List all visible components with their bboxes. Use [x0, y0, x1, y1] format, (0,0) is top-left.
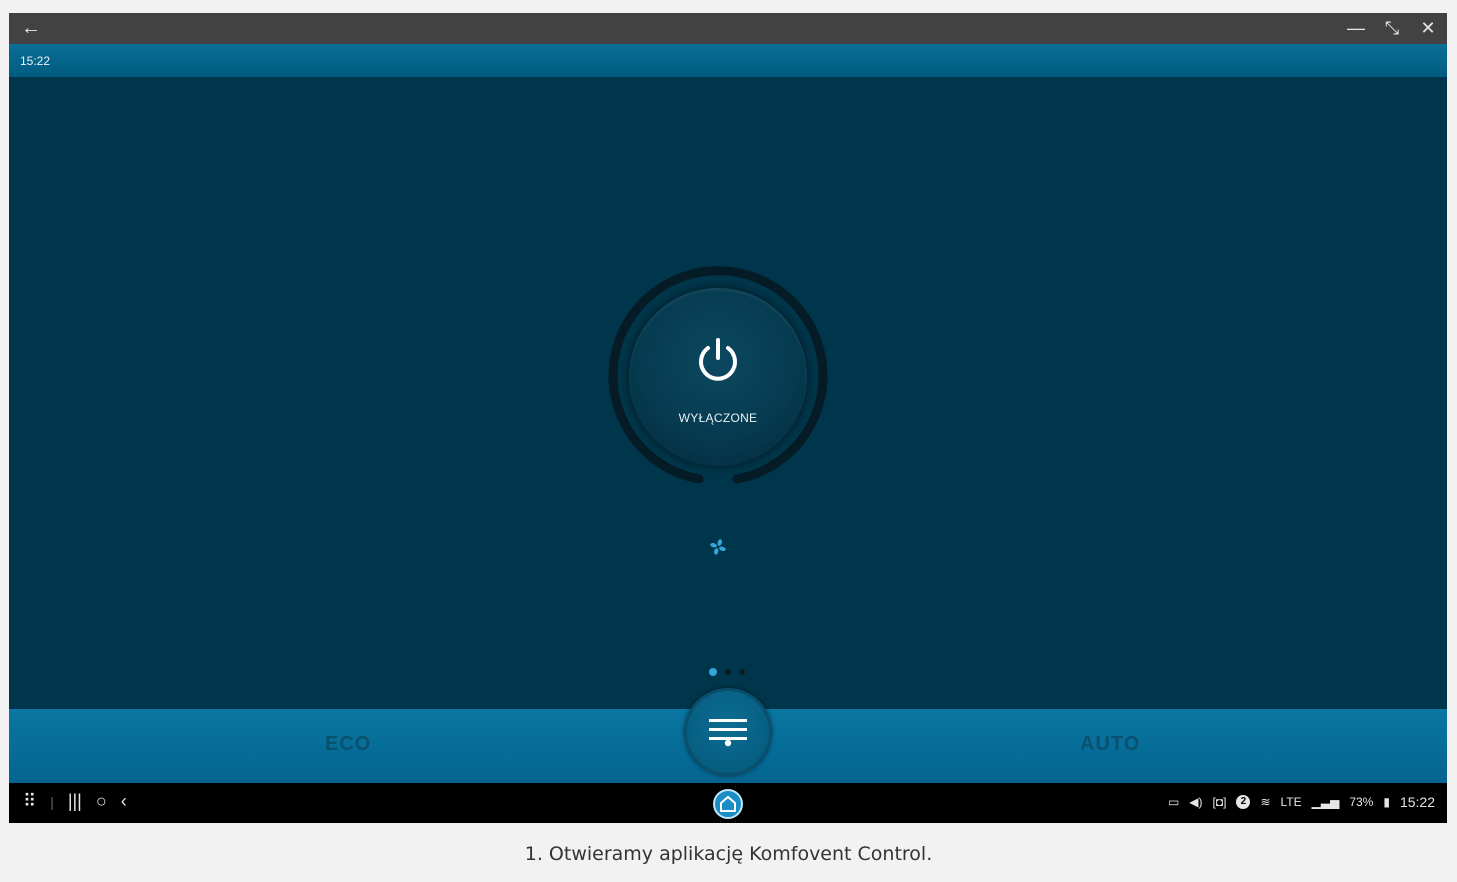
navbar-clock: 15:22: [1399, 794, 1435, 810]
auto-mode-button[interactable]: AUTO: [1080, 733, 1140, 756]
network-type: LTE: [1280, 795, 1302, 809]
sliders-menu-icon: [709, 719, 747, 747]
status-bar: 15:22: [9, 44, 1447, 77]
app-window: ← — ⤡ ✕ 15:22 WYŁĄCZONE ECO AUTO ⠿ | |||…: [9, 13, 1447, 823]
eco-mode-button[interactable]: ECO: [325, 733, 371, 756]
nav-divider: |: [50, 793, 54, 810]
battery-level: 73%: [1349, 795, 1374, 809]
house-icon: [720, 795, 736, 812]
fan-icon: [710, 539, 726, 555]
android-navigation-bar: ⠿ | ||| ○ ‹ ▭ ◀) [◘] 2 ≋ LTE ▁▃▅ 73% ▮ 1…: [9, 783, 1447, 823]
home-icon[interactable]: ○: [96, 791, 107, 812]
restore-icon[interactable]: ⤡: [1383, 16, 1401, 40]
page-indicator: [709, 668, 745, 676]
nav-back-icon[interactable]: ‹: [121, 791, 127, 812]
power-state-label: WYŁĄCZONE: [678, 411, 758, 425]
status-time: 15:22: [20, 54, 51, 68]
page-dot-active[interactable]: [709, 668, 717, 676]
keyboard-icon[interactable]: ▭: [1168, 795, 1179, 809]
page-dot[interactable]: [739, 669, 745, 675]
back-arrow-icon[interactable]: ←: [21, 16, 41, 40]
signal-icon: ▁▃▅: [1311, 795, 1340, 809]
menu-button[interactable]: [684, 688, 772, 776]
wifi-icon: ≋: [1260, 795, 1271, 809]
volume-icon[interactable]: ◀): [1189, 795, 1202, 809]
apps-grid-icon[interactable]: ⠿: [23, 791, 36, 812]
close-icon[interactable]: ✕: [1419, 16, 1437, 40]
minimize-icon[interactable]: —: [1347, 16, 1365, 40]
window-titlebar: ← — ⤡ ✕: [9, 13, 1447, 44]
notification-badge[interactable]: 2: [1236, 795, 1251, 809]
recents-icon[interactable]: |||: [68, 791, 82, 812]
screenshot-icon[interactable]: [◘]: [1213, 795, 1227, 809]
nav-buttons: ⠿ | ||| ○ ‹: [23, 791, 127, 812]
power-icon: [699, 338, 737, 381]
window-controls: — ⤡ ✕: [1347, 16, 1437, 40]
komfovent-app-icon[interactable]: [713, 789, 743, 819]
figure-caption: 1. Otwieramy aplikację Komfovent Control…: [524, 843, 933, 865]
system-tray: ▭ ◀) [◘] 2 ≋ LTE ▁▃▅ 73% ▮ 15:22: [1168, 794, 1435, 810]
battery-icon: ▮: [1383, 795, 1390, 809]
page-dot[interactable]: [725, 669, 731, 675]
power-dial[interactable]: WYŁĄCZONE: [605, 264, 831, 490]
